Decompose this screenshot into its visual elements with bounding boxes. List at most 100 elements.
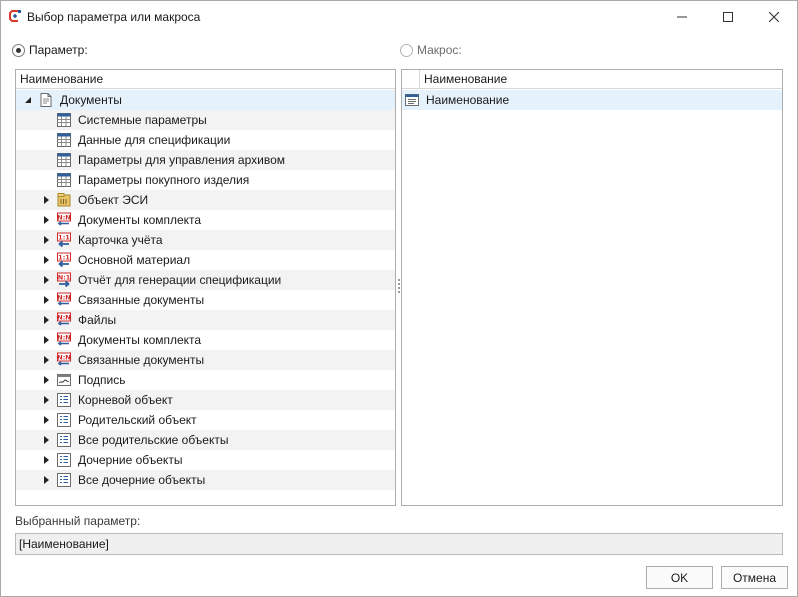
tree-item-label: Корневой объект: [78, 393, 173, 407]
selected-parameter-field: [Наименование]: [15, 533, 783, 555]
object-list-icon: [56, 472, 72, 488]
tree-item[interactable]: N:N Документы комплекта: [16, 330, 395, 350]
maximize-button[interactable]: [705, 1, 751, 32]
expand-arrow-icon[interactable]: [42, 216, 50, 224]
tree-item-label: Документы: [60, 93, 122, 107]
minimize-button[interactable]: [659, 1, 705, 32]
maximize-icon: [723, 11, 733, 22]
tree-item[interactable]: Параметры для управления архивом: [16, 150, 395, 170]
link-nn-icon: N:N: [56, 292, 72, 308]
expand-arrow-icon[interactable]: [42, 456, 50, 464]
parameter-column-header[interactable]: Наименование: [16, 70, 395, 89]
svg-text:N:1: N:1: [58, 274, 71, 282]
tree-item[interactable]: Документы: [16, 90, 395, 110]
cancel-button[interactable]: Отмена: [721, 566, 788, 589]
parameter-radio[interactable]: [12, 43, 25, 57]
svg-text:1:1: 1:1: [58, 254, 70, 262]
tree-item[interactable]: Родительский объект: [16, 410, 395, 430]
signature-icon: [56, 372, 72, 388]
tree-item[interactable]: N:N Файлы: [16, 310, 395, 330]
close-icon: [769, 11, 779, 22]
text-field-icon: [404, 92, 420, 108]
table-icon: [56, 152, 72, 168]
tree-item-label: Данные для спецификации: [78, 133, 231, 147]
tree-item-label: Документы комплекта: [78, 333, 202, 347]
parameter-column-header-label: Наименование: [20, 72, 104, 86]
expand-arrow-icon[interactable]: [42, 356, 50, 364]
svg-text:N:N: N:N: [57, 294, 70, 302]
tree-item[interactable]: N:N Документы комплекта: [16, 210, 395, 230]
expand-arrow-icon[interactable]: [42, 336, 50, 344]
tree-item[interactable]: Корневой объект: [16, 390, 395, 410]
close-button[interactable]: [751, 1, 797, 32]
tree-item[interactable]: 1:1 Основной материал: [16, 250, 395, 270]
tree-item[interactable]: N:1 Отчёт для генерации спецификации: [16, 270, 395, 290]
tree-item-label: Все дочерние объекты: [78, 473, 206, 487]
link-nn-icon: N:N: [56, 352, 72, 368]
macro-list-item-label: Наименование: [426, 93, 510, 107]
expand-arrow-icon[interactable]: [42, 436, 50, 444]
parameter-tree-panel[interactable]: Наименование Документы Системные параметр…: [15, 69, 396, 506]
minimize-icon: [677, 16, 687, 17]
svg-text:1:1: 1:1: [58, 234, 70, 242]
tree-item-label: Отчёт для генерации спецификации: [78, 273, 282, 287]
macro-column-header[interactable]: Наименование: [402, 70, 782, 89]
link-nn-icon: N:N: [56, 312, 72, 328]
table-icon: [56, 132, 72, 148]
link-nn-icon: N:N: [56, 212, 72, 228]
tree-item[interactable]: Подпись: [16, 370, 395, 390]
parameter-tree[interactable]: Документы Системные параметры Данные для с…: [16, 90, 395, 490]
tree-item[interactable]: N:N Связанные документы: [16, 350, 395, 370]
selected-parameter-label: Выбранный параметр:: [15, 514, 141, 528]
tree-item-label: Параметры для управления архивом: [78, 153, 285, 167]
tree-item-label: Дочерние объекты: [78, 453, 183, 467]
macro-list[interactable]: Наименование: [402, 90, 782, 110]
tree-item[interactable]: Объект ЭСИ: [16, 190, 395, 210]
link-back-icon: 1:1: [56, 252, 72, 268]
svg-text:N:N: N:N: [57, 214, 70, 222]
tree-item[interactable]: Системные параметры: [16, 110, 395, 130]
expand-arrow-icon[interactable]: [42, 316, 50, 324]
object-list-icon: [56, 412, 72, 428]
expand-arrow-icon[interactable]: [42, 276, 50, 284]
macro-column-header-label: Наименование: [424, 72, 508, 86]
tree-item-label: Родительский объект: [78, 413, 197, 427]
tree-item-label: Карточка учёта: [78, 233, 163, 247]
tree-item-label: Основной материал: [78, 253, 191, 267]
ok-button[interactable]: OK: [646, 566, 713, 589]
tree-item[interactable]: Дочерние объекты: [16, 450, 395, 470]
eso-object-icon: [56, 192, 72, 208]
panel-splitter[interactable]: [397, 279, 400, 293]
collapse-arrow-icon[interactable]: [24, 96, 32, 104]
link-nn-icon: N:N: [56, 332, 72, 348]
expand-arrow-icon[interactable]: [42, 476, 50, 484]
macro-list-panel[interactable]: Наименование Наименование: [401, 69, 783, 506]
dialog-window: Выбор параметра или макроса Параметр: Ма…: [0, 0, 798, 597]
macro-list-item[interactable]: Наименование: [402, 90, 782, 110]
parameter-radio-option[interactable]: Параметр:: [12, 43, 88, 57]
macro-radio-option[interactable]: Макрос:: [400, 43, 462, 57]
tree-item[interactable]: 1:1 Карточка учёта: [16, 230, 395, 250]
tree-item[interactable]: Все дочерние объекты: [16, 470, 395, 490]
tree-item-label: Параметры покупного изделия: [78, 173, 250, 187]
parameter-radio-label: Параметр:: [29, 43, 88, 57]
tree-item[interactable]: Все родительские объекты: [16, 430, 395, 450]
expand-arrow-icon[interactable]: [42, 376, 50, 384]
tree-item[interactable]: Данные для спецификации: [16, 130, 395, 150]
tree-item[interactable]: Параметры покупного изделия: [16, 170, 395, 190]
expand-arrow-icon[interactable]: [42, 296, 50, 304]
expand-arrow-icon[interactable]: [42, 236, 50, 244]
table-icon: [56, 112, 72, 128]
expand-arrow-icon[interactable]: [42, 416, 50, 424]
expand-arrow-icon[interactable]: [42, 196, 50, 204]
tree-item[interactable]: N:N Связанные документы: [16, 290, 395, 310]
expand-arrow-icon[interactable]: [42, 396, 50, 404]
document-icon: [38, 92, 54, 108]
macro-radio[interactable]: [400, 43, 413, 57]
macro-radio-label: Макрос:: [417, 43, 462, 57]
title-bar[interactable]: Выбор параметра или макроса: [1, 1, 797, 32]
tree-item-label: Документы комплекта: [78, 213, 202, 227]
tree-item-label: Связанные документы: [78, 353, 205, 367]
object-list-icon: [56, 452, 72, 468]
expand-arrow-icon[interactable]: [42, 256, 50, 264]
